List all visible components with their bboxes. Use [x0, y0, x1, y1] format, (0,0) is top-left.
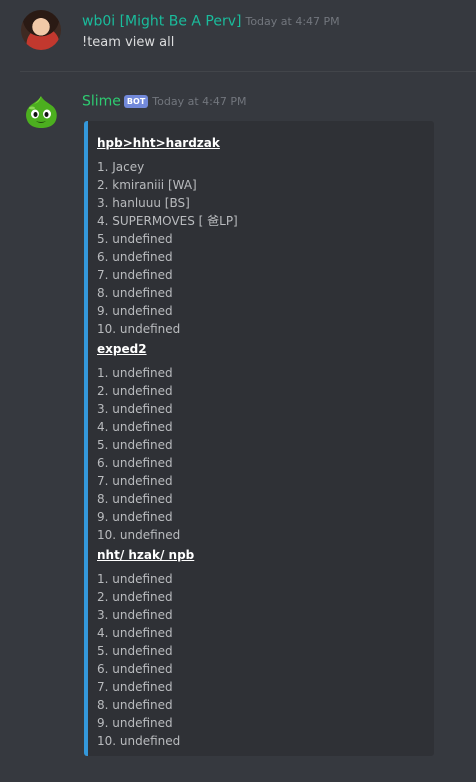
list-item: 1. undefined: [97, 366, 173, 380]
embed-field: exped2 1. undefined 2. undefined 3. unde…: [97, 340, 180, 544]
message-header: wb0i [Might Be A Perv] Today at 4:47 PM: [82, 11, 340, 31]
message-timestamp: Today at 4:47 PM: [152, 95, 247, 108]
user-avatar[interactable]: [21, 10, 61, 50]
message-header: Slime BOT Today at 4:47 PM: [82, 91, 246, 111]
field-title: exped2: [97, 342, 147, 356]
field-title: hpb>hht>hardzak: [97, 136, 220, 150]
list-item: 9. undefined: [97, 304, 173, 318]
list-item: 7. undefined: [97, 680, 173, 694]
list-item: 7. undefined: [97, 268, 173, 282]
message-wb0i: wb0i [Might Be A Perv] Today at 4:47 PM !…: [0, 0, 476, 70]
field-list: 1. Jacey 2. kmiraniii [WA] 3. hanluuu [B…: [97, 158, 238, 338]
message-divider: [20, 71, 476, 72]
list-item: 1. undefined: [97, 572, 173, 586]
list-item: 9. undefined: [97, 716, 173, 730]
list-item: 1. Jacey: [97, 160, 145, 174]
list-item: 4. undefined: [97, 420, 173, 434]
embed-field: nht/ hzak/ npb 1. undefined 2. undefined…: [97, 546, 194, 750]
list-item: 3. hanluuu [BS]: [97, 196, 190, 210]
list-item: 10. undefined: [97, 734, 181, 748]
slime-avatar[interactable]: [21, 92, 61, 132]
list-item: 6. undefined: [97, 250, 173, 264]
list-item: 8. undefined: [97, 286, 173, 300]
bot-tag: BOT: [123, 95, 149, 108]
list-item: 5. undefined: [97, 644, 173, 658]
field-list: 1. undefined 2. undefined 3. undefined 4…: [97, 364, 180, 544]
field-list: 1. undefined 2. undefined 3. undefined 4…: [97, 570, 194, 750]
list-item: 8. undefined: [97, 492, 173, 506]
list-item: 8. undefined: [97, 698, 173, 712]
chat-messages: wb0i [Might Be A Perv] Today at 4:47 PM !…: [0, 0, 476, 782]
message-timestamp: Today at 4:47 PM: [245, 15, 340, 28]
list-item: 2. undefined: [97, 384, 173, 398]
list-item: 2. undefined: [97, 590, 173, 604]
list-item: 2. kmiraniii [WA]: [97, 178, 197, 192]
list-item: 6. undefined: [97, 662, 173, 676]
field-title: nht/ hzak/ npb: [97, 548, 195, 562]
team-embed: hpb>hht>hardzak 1. Jacey 2. kmiraniii [W…: [84, 121, 434, 756]
message-content: !team view all: [82, 35, 175, 50]
list-item: 10. undefined: [97, 528, 181, 542]
list-item: 3. undefined: [97, 402, 173, 416]
list-item: 5. undefined: [97, 438, 173, 452]
username-slime[interactable]: Slime: [82, 94, 121, 110]
list-item: 9. undefined: [97, 510, 173, 524]
slime-icon: [26, 96, 57, 128]
list-item: 4. undefined: [97, 626, 173, 640]
embed-field: hpb>hht>hardzak 1. Jacey 2. kmiraniii [W…: [97, 134, 238, 338]
list-item: 10. undefined: [97, 322, 181, 336]
list-item: 6. undefined: [97, 456, 173, 470]
list-item: 3. undefined: [97, 608, 173, 622]
list-item: 5. undefined: [97, 232, 173, 246]
username-wb0i[interactable]: wb0i [Might Be A Perv]: [82, 14, 241, 30]
list-item: 4. SUPERMOVES [ 爸LP]: [97, 214, 238, 228]
list-item: 7. undefined: [97, 474, 173, 488]
